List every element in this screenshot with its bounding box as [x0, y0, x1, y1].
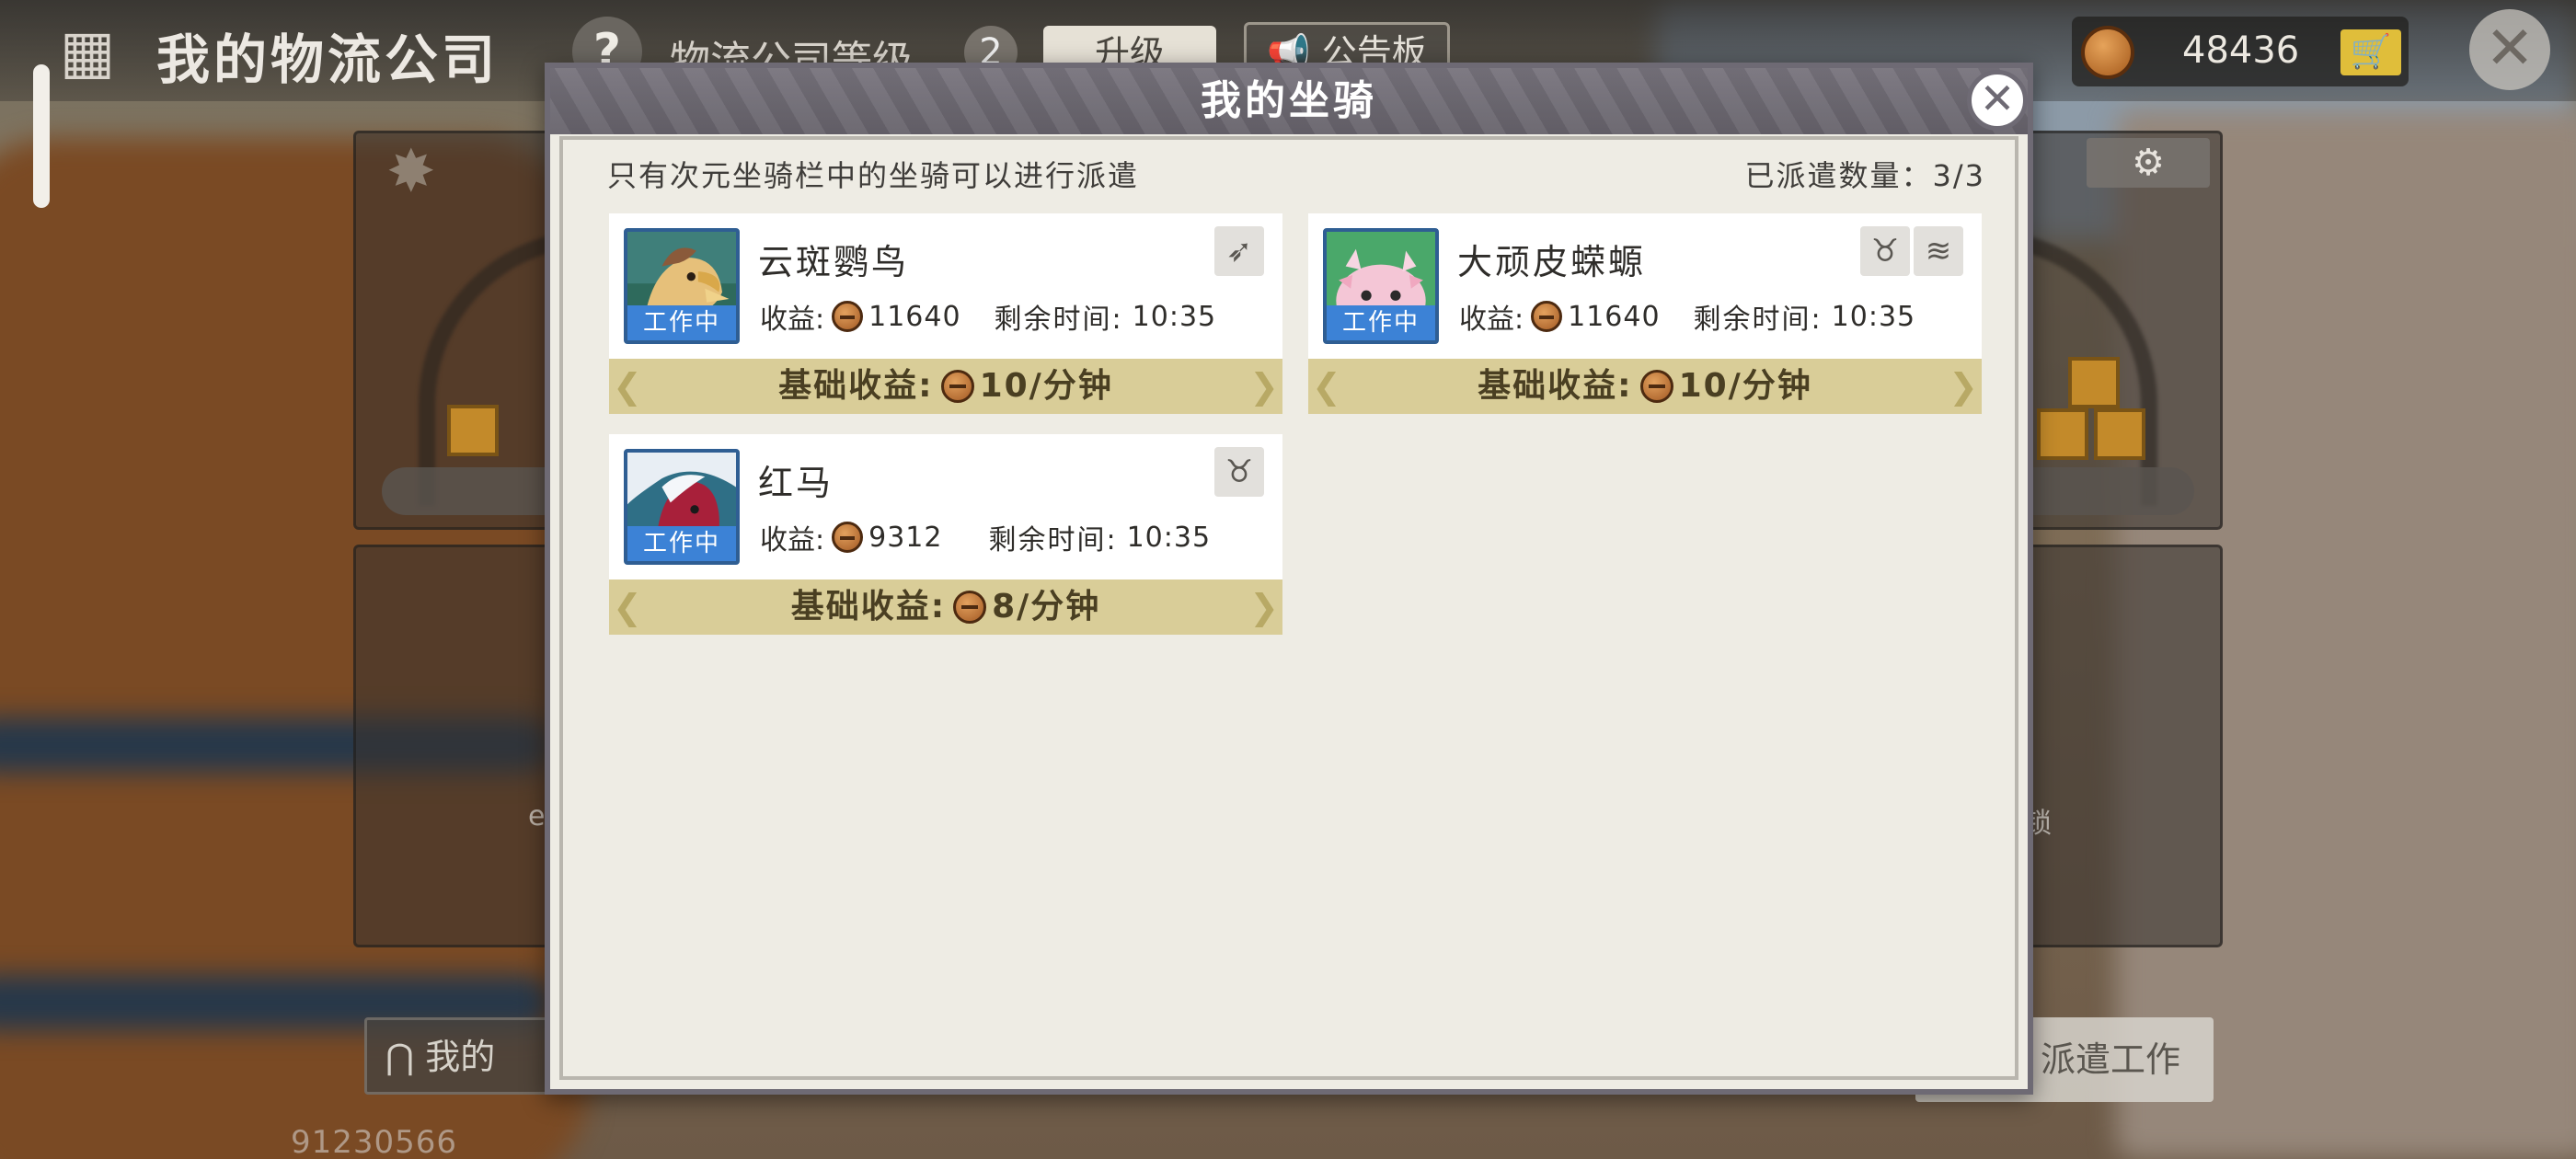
scrollbar-handle[interactable] [33, 64, 50, 208]
currency-value: 48436 [2182, 29, 2300, 72]
crate-icon [2094, 408, 2145, 460]
base-earnings: 基础收益: 8/分钟 [791, 580, 1101, 635]
base-earnings-bar: ❮ 基础收益: 10/分钟 ❯ [1308, 359, 1982, 414]
my-mounts-dialog: 我的坐骑 ✕ 只有次元坐骑栏中的坐骑可以进行派遣 已派遣数量：3/3 工作中 云… [545, 63, 2033, 1095]
horseshoe-icon: ⋂ [385, 1037, 415, 1077]
earnings-label: 收益: [1459, 304, 1524, 336]
chevron-left-icon: ❮ [613, 366, 642, 407]
wing-icon: ➶ [1214, 226, 1264, 276]
chevron-right-icon: ❯ [1249, 587, 1279, 627]
remaining-time-label: 剩余时间: [988, 524, 1118, 557]
dialog-title: 我的坐骑 [1201, 77, 1377, 124]
horns-icon: ♉ [1860, 226, 1910, 276]
mount-portrait: 工作中 [1323, 228, 1439, 344]
earnings-value: 11640 [1568, 300, 1661, 333]
close-page-button[interactable]: ✕ [2469, 9, 2550, 90]
chevron-right-icon: ❯ [1249, 366, 1279, 407]
remaining-time-label: 剩余时间: [994, 304, 1123, 336]
base-earnings-value: 10/分钟 [979, 367, 1113, 405]
close-icon: ✕ [1979, 74, 2016, 123]
mount-name: 云斑鹦鸟 [758, 242, 910, 282]
base-earnings-label: 基础收益: [1478, 367, 1633, 405]
chevron-left-icon: ❮ [613, 587, 642, 627]
mount-card-info: 工作中 云斑鹦鸟 ➶ 收益: 11640 剩余时间: 10:35 [609, 213, 1282, 359]
currency-display: 48436 🛒 [2072, 17, 2409, 86]
coin-icon [832, 301, 864, 332]
working-status-tag: 工作中 [1327, 305, 1435, 340]
crate-icon [2068, 357, 2120, 408]
mount-card-info: 工作中 红马 ♉ 收益: 9312 剩余时间: 10:35 [609, 434, 1282, 580]
base-earnings: 基础收益: 10/分钟 [778, 359, 1113, 414]
badge-icon: ✸ [386, 138, 436, 206]
earnings-value: 11640 [868, 300, 961, 333]
mount-card-red-horse[interactable]: 工作中 红马 ♉ 收益: 9312 剩余时间: 10:35 ❮ 基础收益: 8/… [609, 434, 1282, 635]
remaining-time-value: 10:35 [1126, 521, 1212, 554]
base-earnings-label: 基础收益: [790, 588, 947, 625]
dispatch-work-label: 派遣工作 [2040, 1039, 2180, 1080]
mount-earnings-row: 收益: 11640 剩余时间: 10:35 [760, 296, 1216, 337]
dialog-header: 我的坐骑 [550, 68, 2028, 134]
base-earnings-value: 8/分钟 [992, 588, 1101, 625]
working-status-tag: 工作中 [627, 526, 736, 561]
coin-icon [1639, 370, 1673, 403]
base-earnings: 基础收益: 10/分钟 [1478, 359, 1812, 414]
settings-button[interactable]: ⚙ [2087, 138, 2210, 188]
coin-icon [940, 370, 974, 403]
horns-icon: ♉ [1214, 447, 1264, 497]
mount-card-info: 工作中 大顽皮蝾螈 ♉ ≋ 收益: 11640 剩余时间: 10:35 [1308, 213, 1982, 359]
my-mounts-button[interactable]: ⋂ 我的 [364, 1017, 558, 1095]
coin-icon [953, 591, 987, 624]
dispatch-hint: 只有次元坐骑栏中的坐骑可以进行派遣 [607, 158, 1140, 193]
base-earnings-value: 10/分钟 [1678, 367, 1812, 405]
mount-earnings-row: 收益: 11640 剩余时间: 10:35 [1459, 296, 1915, 337]
dialog-close-button[interactable]: ✕ [1967, 70, 2028, 131]
shop-button[interactable]: 🛒 [2340, 29, 2401, 75]
cart-icon: 🛒 [2350, 33, 2392, 71]
earnings-value: 9312 [868, 521, 943, 554]
coin-icon [2081, 26, 2134, 79]
remaining-time-value: 10:35 [1831, 300, 1916, 333]
base-earnings-bar: ❮ 基础收益: 10/分钟 ❯ [609, 359, 1282, 414]
crate-icon [2037, 408, 2088, 460]
earnings-label: 收益: [760, 304, 825, 336]
mount-name: 红马 [758, 463, 834, 503]
mount-name: 大顽皮蝾螈 [1457, 242, 1647, 282]
wave-icon: ≋ [1914, 226, 1963, 276]
mount-card-yunban[interactable]: 工作中 云斑鹦鸟 ➶ 收益: 11640 剩余时间: 10:35 ❮ 基础收益:… [609, 213, 1282, 414]
company-title: 我的物流公司 [156, 29, 500, 91]
gear-icon: ⚙ [2132, 142, 2165, 184]
coin-icon [832, 522, 864, 553]
menu-grid-icon[interactable]: ▦ [52, 17, 123, 88]
background-left-text: e [528, 800, 546, 832]
mount-card-salamander[interactable]: 工作中 大顽皮蝾螈 ♉ ≋ 收益: 11640 剩余时间: 10:35 ❮ 基础… [1308, 213, 1982, 414]
remaining-time-value: 10:35 [1132, 300, 1217, 333]
mount-portrait: 工作中 [624, 449, 740, 565]
player-id: 91230566 [291, 1124, 458, 1159]
mount-portrait: 工作中 [624, 228, 740, 344]
crate-icon [447, 405, 499, 456]
working-status-tag: 工作中 [627, 305, 736, 340]
chevron-left-icon: ❮ [1312, 366, 1341, 407]
remaining-time-label: 剩余时间: [1693, 304, 1823, 336]
close-icon: ✕ [2485, 15, 2535, 83]
earnings-label: 收益: [760, 524, 825, 557]
chevron-right-icon: ❯ [1949, 366, 1978, 407]
coin-icon [1531, 301, 1563, 332]
mount-earnings-row: 收益: 9312 剩余时间: 10:35 [760, 517, 1211, 557]
my-mounts-label: 我的 [425, 1037, 496, 1077]
base-earnings-label: 基础收益: [778, 367, 934, 405]
dispatch-count: 已派遣数量：3/3 [1744, 158, 1985, 193]
base-earnings-bar: ❮ 基础收益: 8/分钟 ❯ [609, 580, 1282, 635]
